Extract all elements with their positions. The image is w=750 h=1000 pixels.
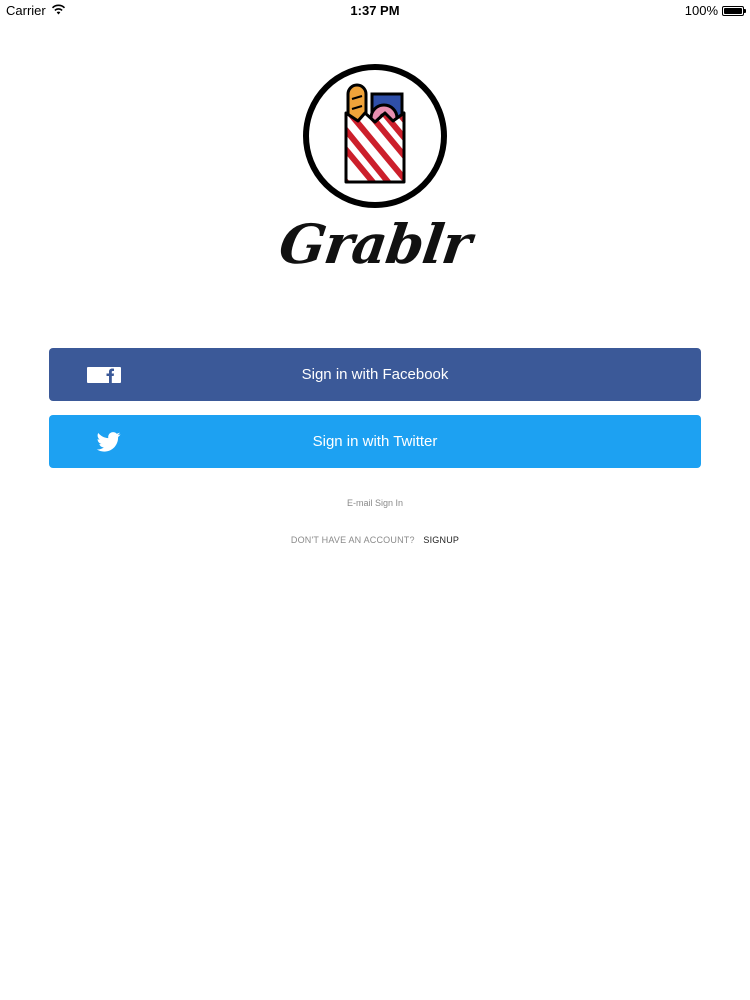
battery-icon [722, 5, 746, 16]
twitter-signin-button[interactable]: Sign in with Twitter [49, 415, 701, 468]
app-wordmark: Grablr [275, 212, 475, 276]
twitter-button-label: Sign in with Twitter [312, 433, 438, 450]
email-signin-link[interactable]: E-mail Sign In [0, 498, 750, 508]
signup-row: DON'T HAVE AN ACCOUNT? SIGNUP [0, 535, 750, 545]
status-time: 1:37 PM [350, 3, 400, 18]
signup-prompt: DON'T HAVE AN ACCOUNT? [290, 535, 415, 545]
battery-fill [724, 7, 742, 14]
battery-percent: 100% [684, 3, 718, 18]
status-bar: Carrier 1:37 PM 100% [0, 0, 750, 22]
login-screen: Carrier 1:37 PM 100% Grablr Sign in with… [0, 0, 750, 1000]
twitter-bird-icon [87, 431, 131, 452]
status-right: 100% [684, 3, 746, 18]
facebook-icon [87, 366, 121, 383]
grocery-bag-icon [302, 63, 448, 209]
signup-link[interactable]: SIGNUP [423, 535, 459, 545]
facebook-button-label: Sign in with Facebook [301, 366, 449, 383]
facebook-signin-button[interactable]: Sign in with Facebook [49, 348, 701, 401]
